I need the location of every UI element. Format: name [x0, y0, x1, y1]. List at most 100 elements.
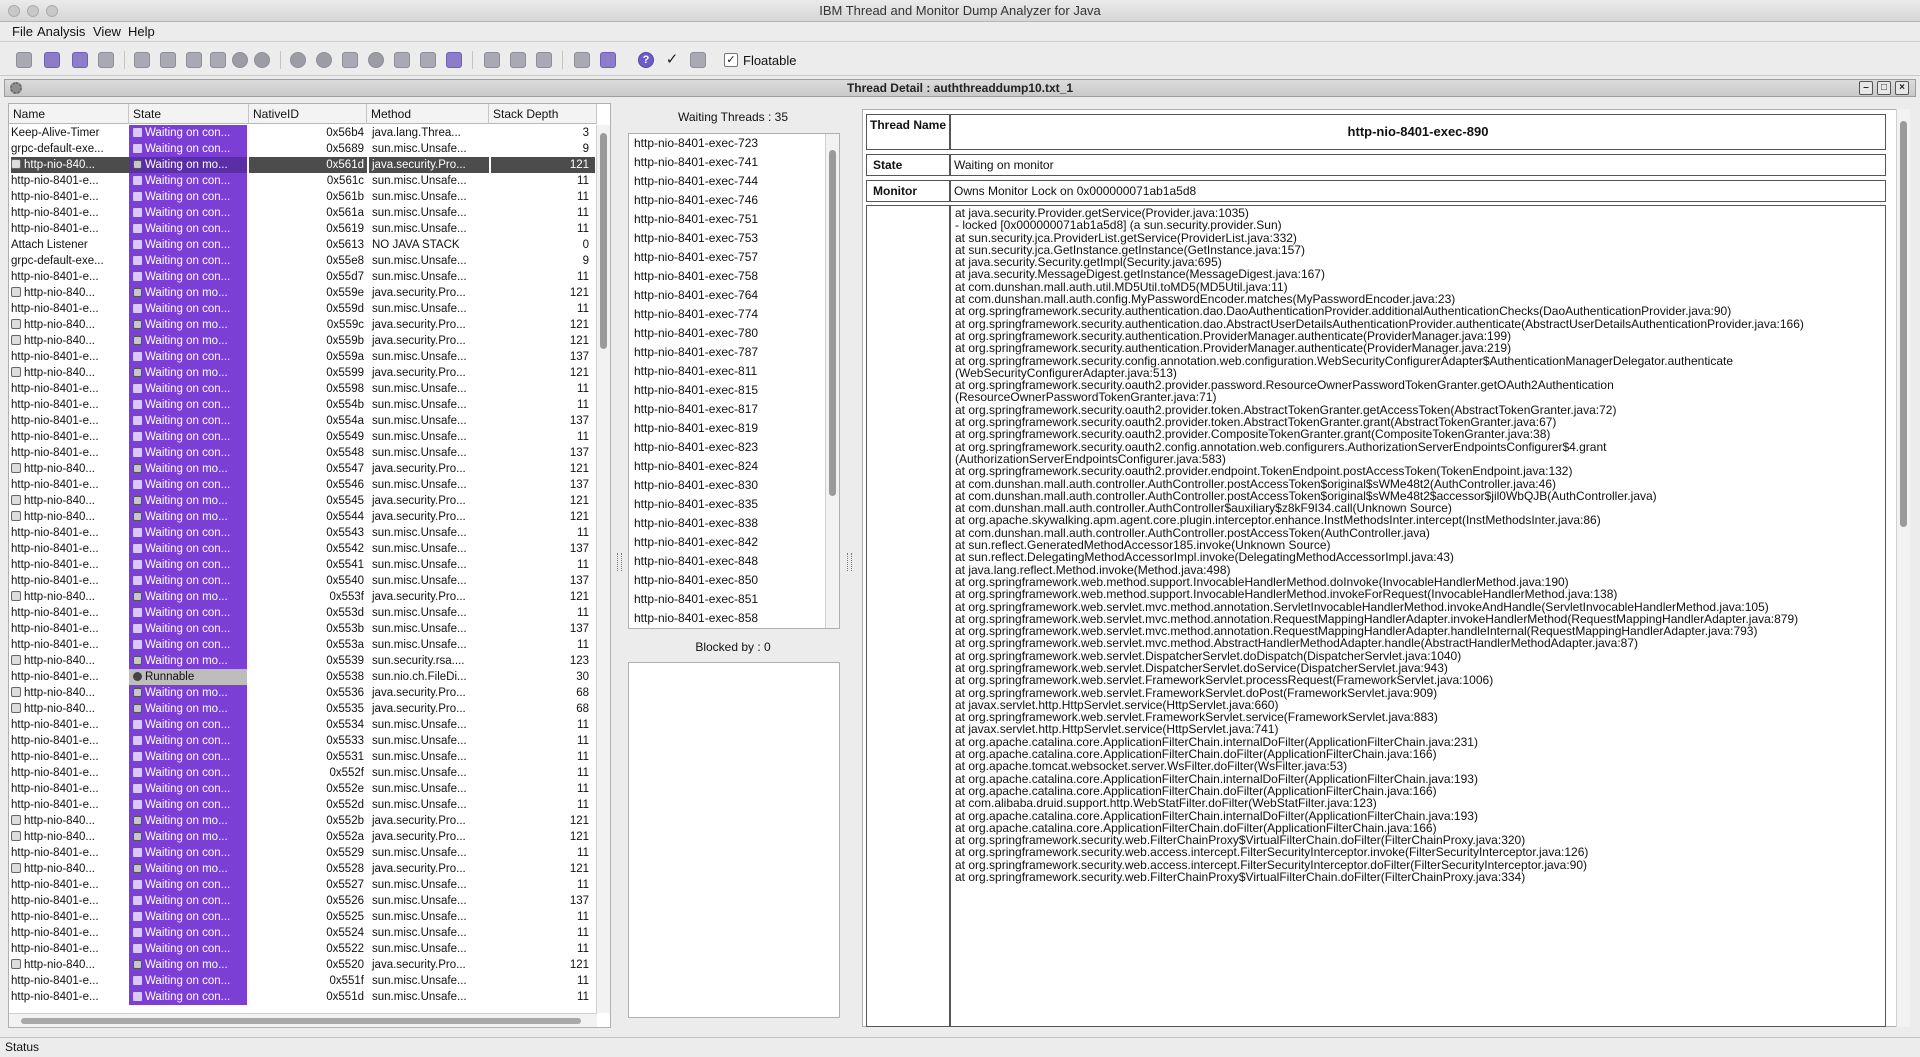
monitor-detail-icon[interactable] — [160, 52, 176, 68]
menu-analysis[interactable]: Analysis — [37, 24, 85, 39]
table-row[interactable]: http-nio-8401-e... Waiting on con... 0x559… — [9, 381, 597, 397]
table-row[interactable]: http-nio-8401-e... Waiting on con... 0x561… — [9, 189, 597, 205]
table-row[interactable]: http-nio-8401-e... Waiting on con... 0x552… — [9, 941, 597, 957]
waiting-thread-item[interactable]: http-nio-8401-exec-835 — [629, 495, 839, 514]
waiting-thread-item[interactable]: http-nio-8401-exec-757 — [629, 248, 839, 267]
scrollbar-thumb[interactable] — [21, 1018, 581, 1024]
column-header-name[interactable]: Name — [9, 104, 129, 124]
table-row[interactable]: http-nio-8401-e... Waiting on con... 0x561… — [9, 173, 597, 189]
compare-threads-icon[interactable] — [186, 52, 202, 68]
table-row[interactable]: http-nio-840... Waiting on mo... 0x559b jav… — [9, 333, 597, 349]
cascade-icon[interactable] — [574, 52, 590, 68]
table-row[interactable]: http-nio-8401-e... Waiting on con... 0x552… — [9, 909, 597, 925]
tile-icon[interactable] — [600, 52, 616, 68]
table-row[interactable]: http-nio-8401-e... Waiting on con... 0x554… — [9, 573, 597, 589]
deadlock-icon[interactable] — [290, 52, 306, 68]
left-splitter-handle[interactable] — [614, 103, 624, 1028]
table-row[interactable]: http-nio-8401-e... Waiting on con... 0x552… — [9, 797, 597, 813]
table-row[interactable]: http-nio-8401-e... Waiting on con... 0x554… — [9, 557, 597, 573]
waiting-thread-item[interactable]: http-nio-8401-exec-787 — [629, 343, 839, 362]
table-row[interactable]: http-nio-8401-e... Waiting on con... 0x559… — [9, 349, 597, 365]
waiting-thread-item[interactable]: http-nio-8401-exec-819 — [629, 419, 839, 438]
open-file-icon[interactable] — [16, 52, 32, 68]
remove-all-icon[interactable] — [72, 52, 88, 68]
thread-detail-icon[interactable] — [134, 52, 150, 68]
waiting-thread-item[interactable]: http-nio-8401-exec-823 — [629, 438, 839, 457]
close-window-icon[interactable] — [8, 5, 20, 17]
waiting-thread-item[interactable]: http-nio-8401-exec-744 — [629, 172, 839, 191]
waiting-thread-item[interactable]: http-nio-8401-exec-815 — [629, 381, 839, 400]
table-row[interactable]: http-nio-8401-e... Waiting on con... 0x554… — [9, 541, 597, 557]
table-row[interactable]: http-nio-8401-e... Waiting on con... 0x554… — [9, 413, 597, 429]
waiting-thread-item[interactable]: http-nio-8401-exec-751 — [629, 210, 839, 229]
table-row[interactable]: http-nio-8401-e... Waiting on con... 0x551… — [9, 973, 597, 989]
table-row[interactable]: http-nio-8401-e... Waiting on con... 0x554… — [9, 429, 597, 445]
table-row[interactable]: http-nio-840... Waiting on mo... 0x561d jav… — [9, 157, 597, 173]
table-row[interactable]: http-nio-840... Waiting on mo... 0x5545 jav… — [9, 493, 597, 509]
menu-file[interactable]: File — [12, 24, 33, 39]
waiting-thread-item[interactable]: http-nio-8401-exec-746 — [629, 191, 839, 210]
scrollbar-thumb[interactable] — [1900, 121, 1907, 527]
frames-icon[interactable] — [446, 52, 462, 68]
table-row[interactable]: http-nio-8401-e... Waiting on con... 0x553… — [9, 621, 597, 637]
table-row[interactable]: http-nio-840... Waiting on mo... 0x553f jav… — [9, 589, 597, 605]
table-row[interactable]: http-nio-840... Waiting on mo... 0x552b jav… — [9, 813, 597, 829]
table-row[interactable]: http-nio-8401-e... Waiting on con... 0x553… — [9, 733, 597, 749]
table-row[interactable]: http-nio-8401-e... Waiting on con... 0x55d… — [9, 269, 597, 285]
table-row[interactable]: http-nio-8401-e... Waiting on con... 0x552… — [9, 765, 597, 781]
frame-close-button[interactable]: × — [1895, 81, 1909, 95]
table-row[interactable]: http-nio-840... Waiting on mo... 0x5536 jav… — [9, 685, 597, 701]
column-header-stack-depth[interactable]: Stack Depth — [489, 104, 597, 124]
table-row[interactable]: http-nio-840... Waiting on mo... 0x559e jav… — [9, 285, 597, 301]
table-row[interactable]: http-nio-840... Waiting on mo... 0x552a jav… — [9, 829, 597, 845]
table-row[interactable]: http-nio-840... Waiting on mo... 0x5547 jav… — [9, 461, 597, 477]
table-row[interactable]: http-nio-8401-e... Waiting on con... 0x552… — [9, 893, 597, 909]
table-row[interactable]: Keep-Alive-Timer Waiting on con... 0x56b4 j… — [9, 125, 597, 141]
right-splitter-handle[interactable] — [844, 103, 854, 1028]
waiting-thread-item[interactable]: http-nio-8401-exec-830 — [629, 476, 839, 495]
table-row[interactable]: http-nio-840... Waiting on mo... 0x5528 jav… — [9, 861, 597, 877]
waiting-thread-item[interactable]: http-nio-8401-exec-838 — [629, 514, 839, 533]
scrollbar-thumb[interactable] — [829, 150, 836, 496]
zoom-window-icon[interactable] — [46, 5, 58, 17]
thread-table-horizontal-scrollbar[interactable] — [9, 1013, 597, 1027]
table-row[interactable]: http-nio-8401-e... Waiting on con... 0x554… — [9, 445, 597, 461]
table-row[interactable]: http-nio-8401-e... Waiting on con... 0x554… — [9, 477, 597, 493]
table-row[interactable]: http-nio-840... Waiting on mo... 0x559c jav… — [9, 317, 597, 333]
table-row[interactable]: http-nio-840... Waiting on mo... 0x5520 jav… — [9, 957, 597, 973]
waiting-thread-item[interactable]: http-nio-8401-exec-811 — [629, 362, 839, 381]
table-row[interactable]: http-nio-840... Waiting on mo... 0x5535 jav… — [9, 701, 597, 717]
table-row[interactable]: http-nio-8401-e... Waiting on con... 0x551… — [9, 989, 597, 1005]
waiting-thread-item[interactable]: http-nio-8401-exec-774 — [629, 305, 839, 324]
summary-icon[interactable] — [232, 52, 248, 68]
checkmark-icon[interactable]: ✓ — [664, 52, 680, 68]
table-row[interactable]: http-nio-8401-e... Waiting on con... 0x552… — [9, 781, 597, 797]
table-row[interactable]: Attach Listener Waiting on con... 0x5613 NO… — [9, 237, 597, 253]
table-row[interactable]: http-nio-840... Waiting on mo... 0x5544 jav… — [9, 509, 597, 525]
close-dump-icon[interactable] — [98, 52, 114, 68]
waiting-thread-item[interactable]: http-nio-8401-exec-858 — [629, 609, 839, 628]
compare-monitors-icon[interactable] — [210, 52, 226, 68]
frame-gear-icon[interactable] — [10, 82, 22, 94]
table-row[interactable]: grpc-default-exe... Waiting on con... 0x56… — [9, 141, 597, 157]
waiting-thread-item[interactable]: http-nio-8401-exec-723 — [629, 134, 839, 153]
expand-icon[interactable] — [510, 52, 526, 68]
table-row[interactable]: http-nio-8401-e... Waiting on con... 0x553… — [9, 717, 597, 733]
table-row[interactable]: http-nio-8401-e... Waiting on con... 0x554… — [9, 397, 597, 413]
cut-icon[interactable] — [484, 52, 500, 68]
table-row[interactable]: http-nio-8401-e... Runnable 0x5538 sun.nio.… — [9, 669, 597, 685]
floatable-check-icon[interactable]: ✓ — [724, 53, 738, 67]
settings-gear-icon[interactable] — [368, 52, 384, 68]
table-row[interactable]: http-nio-8401-e... Waiting on con... 0x559… — [9, 301, 597, 317]
refresh-icon[interactable] — [254, 52, 270, 68]
menu-view[interactable]: View — [93, 24, 121, 39]
waiting-thread-item[interactable]: http-nio-8401-exec-741 — [629, 153, 839, 172]
waiting-thread-item[interactable]: http-nio-8401-exec-850 — [629, 571, 839, 590]
column-header-state[interactable]: State — [129, 104, 249, 124]
table-row[interactable]: http-nio-8401-e... Waiting on con... 0x553… — [9, 637, 597, 653]
table-row[interactable]: http-nio-8401-e... Waiting on con... 0x552… — [9, 845, 597, 861]
frame-minimize-button[interactable]: – — [1859, 81, 1873, 95]
table-row[interactable]: http-nio-840... Waiting on mo... 0x5539 sun… — [9, 653, 597, 669]
waiting-thread-item[interactable]: http-nio-8401-exec-764 — [629, 286, 839, 305]
table-row[interactable]: http-nio-840... Waiting on mo... 0x5599 jav… — [9, 365, 597, 381]
